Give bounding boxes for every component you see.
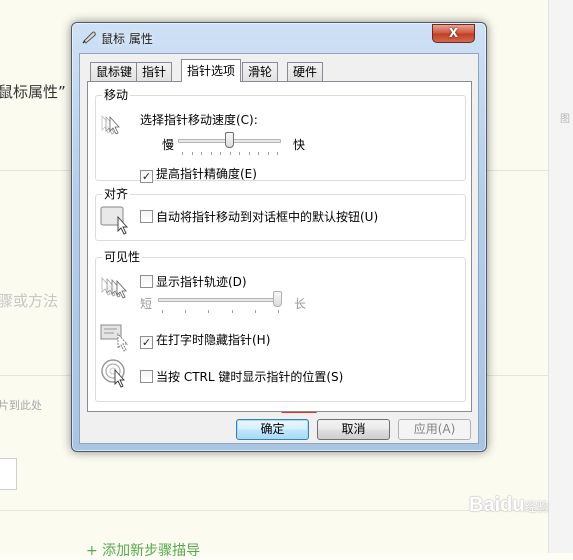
ok-button[interactable]: 确定	[236, 419, 309, 440]
precision-checkbox[interactable]: ✓	[140, 170, 153, 183]
ctrl-location-label: 当按 CTRL 键时显示指针的位置(S)	[156, 370, 344, 384]
close-button[interactable]: X	[432, 24, 475, 43]
hide-pointer-icon	[100, 324, 129, 352]
cancel-button[interactable]: 取消	[317, 419, 390, 440]
background-right-panel	[548, 0, 573, 553]
dialog-client-area: 鼠标键 指针 指针选项 滑轮 硬件 移动 选择指针移动速度(C): 慢 快 ✓ …	[79, 53, 479, 444]
snap-group-label: 对齐	[102, 187, 131, 201]
tab-pointers[interactable]: 指针	[136, 62, 173, 81]
snap-option[interactable]: 自动将指针移动到对话框中的默认按钮(U)	[140, 208, 378, 225]
pointer-options-panel: 移动 选择指针移动速度(C): 慢 快 ✓ 提高指针精确度(E) 对齐 自动将指…	[87, 81, 472, 412]
pointer-speed-icon	[101, 114, 120, 135]
ctrl-location-checkbox[interactable]	[140, 370, 153, 383]
background-heading-text: 鼠标属性”	[0, 83, 66, 101]
fast-label: 快	[293, 138, 306, 152]
trails-option[interactable]: 显示指针轨迹(D)	[140, 273, 247, 290]
hide-while-typing-checkbox[interactable]: ✓	[140, 336, 153, 349]
background-steps-text: 骤或方法	[0, 292, 59, 310]
snap-label: 自动将指针移动到对话框中的默认按钮(U)	[156, 210, 379, 224]
speed-slider-ticks	[182, 152, 278, 156]
trail-length-slider-thumb[interactable]	[273, 291, 282, 307]
mouse-properties-dialog: 鼠标 属性 X 鼠标键 指针 指针选项 滑轮 硬件 移动 选择指针移动速度(C)…	[71, 22, 487, 452]
tab-hardware[interactable]: 硬件	[287, 62, 324, 81]
background-input-box[interactable]	[0, 458, 17, 490]
add-step-link[interactable]: + 添加新步骤描导	[86, 540, 200, 560]
dialog-title: 鼠标 属性	[101, 32, 153, 46]
long-label: 长	[294, 297, 307, 311]
visibility-group-label: 可见性	[102, 250, 143, 264]
visibility-group: 可见性 显示指针轨迹(D) 短 长 ✓ 在打字时隐藏指针(H) 当按 CTRL …	[95, 250, 466, 402]
hide-while-typing-option[interactable]: ✓ 在打字时隐藏指针(H)	[140, 331, 270, 349]
trails-checkbox[interactable]	[140, 275, 153, 288]
precision-option[interactable]: ✓ 提高指针精确度(E)	[140, 165, 257, 183]
mouse-icon	[82, 31, 96, 44]
motion-group-label: 移动	[102, 88, 131, 102]
slow-label: 慢	[162, 138, 175, 152]
background-upload-text: 片到此处	[0, 399, 42, 412]
ctrl-location-option[interactable]: 当按 CTRL 键时显示指针的位置(S)	[140, 368, 343, 385]
speed-slider-thumb[interactable]	[225, 132, 234, 148]
dialog-titlebar[interactable]: 鼠标 属性 X	[72, 23, 486, 51]
apply-button[interactable]: 应用(A)	[398, 419, 471, 440]
tab-buttons[interactable]: 鼠标键	[90, 62, 139, 81]
snap-checkbox[interactable]	[140, 210, 153, 223]
trails-label: 显示指针轨迹(D)	[156, 275, 247, 289]
show-location-icon	[101, 359, 126, 388]
short-label: 短	[140, 297, 153, 311]
snap-button-icon	[100, 206, 129, 235]
pointer-trails-icon	[101, 276, 127, 299]
hide-while-typing-label: 在打字时隐藏指针(H)	[156, 333, 271, 347]
background-divider	[0, 510, 548, 511]
speed-label: 选择指针移动速度(C):	[140, 113, 258, 127]
precision-label: 提高指针精确度(E)	[156, 167, 257, 181]
motion-group: 移动 选择指针移动速度(C): 慢 快 ✓ 提高指针精确度(E)	[95, 88, 466, 183]
trail-length-slider-track[interactable]	[158, 298, 282, 302]
tab-pointer-options[interactable]: 指针选项	[181, 59, 242, 82]
background-right-text: 图	[560, 114, 570, 125]
tab-wheel[interactable]: 滑轮	[242, 62, 279, 81]
snap-to-group: 对齐 自动将指针移动到对话框中的默认按钮(U)	[95, 187, 466, 241]
trail-slider-ticks	[162, 310, 279, 314]
baidu-watermark: Baidu经验	[469, 494, 549, 516]
